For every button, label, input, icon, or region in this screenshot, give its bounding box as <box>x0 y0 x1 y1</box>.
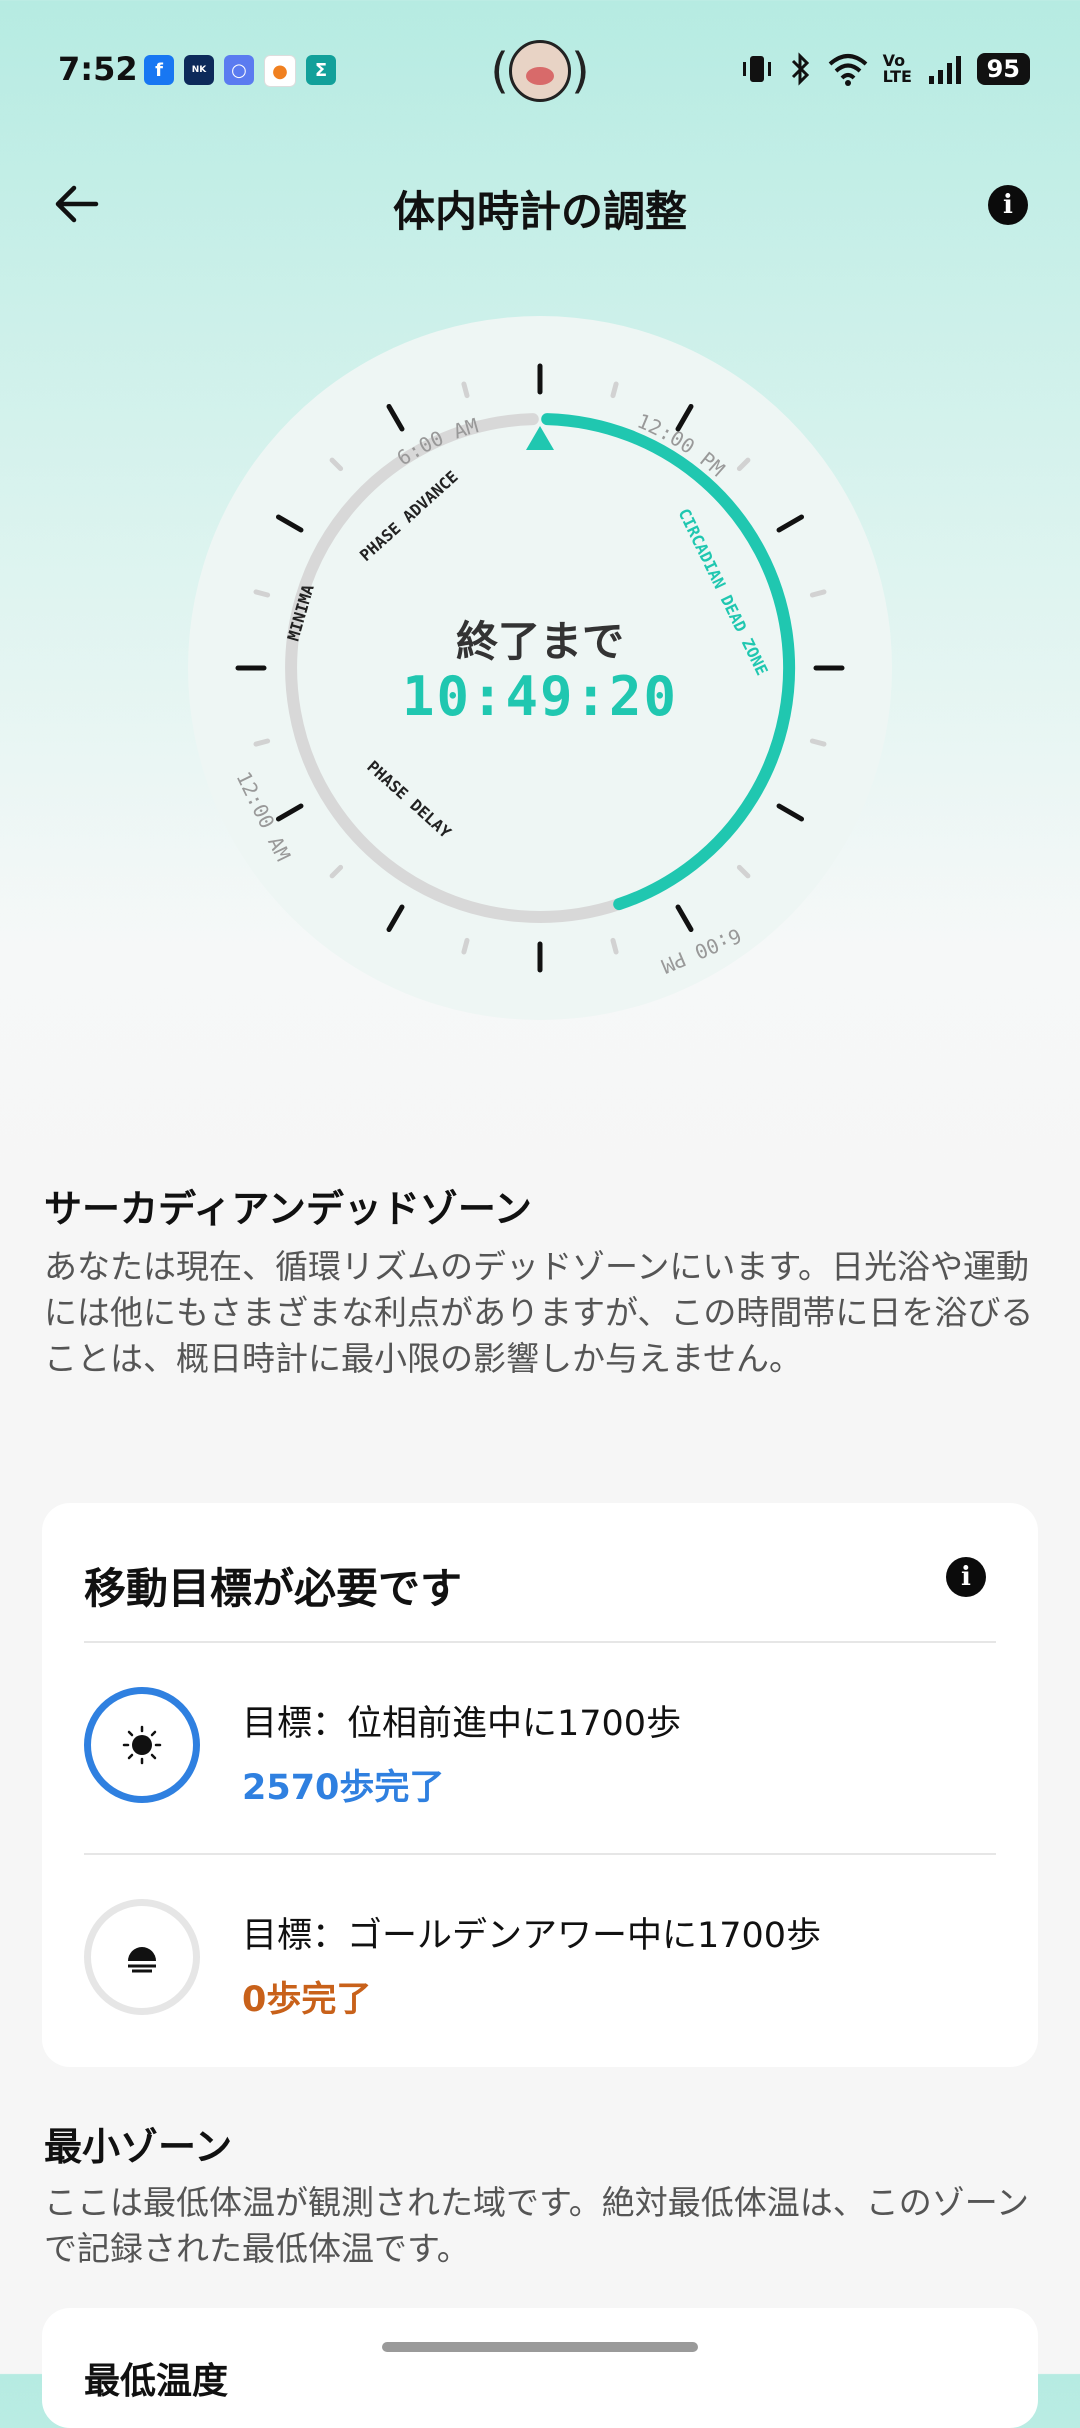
sunset-icon <box>128 1947 156 1973</box>
movement-card-title: 移動目標が必要です <box>84 1564 463 1613</box>
movement-info-button[interactable]: i <box>946 1557 986 1597</box>
vibrate-icon <box>742 56 771 82</box>
info-icon: i <box>1003 190 1013 220</box>
countdown-timer: 10:49:20 <box>401 665 679 728</box>
goal-progress: 0歩完了 <box>242 1980 372 2020</box>
min-zone-title: 最小ゾーン <box>44 2125 233 2169</box>
wifi-icon <box>828 54 867 86</box>
movement-goal-card: 移動目標が必要です i 目標：位相前進中に1700歩 2570歩完了 目標：ゴー… <box>42 1503 1038 2067</box>
home-indicator[interactable] <box>382 2342 698 2352</box>
dial-tick <box>809 738 827 747</box>
app-circle-icon: ○ <box>224 55 254 85</box>
dial-tick <box>461 937 470 955</box>
battery-indicator: 95 <box>976 53 1030 85</box>
goal-ring-phase-advance <box>84 1687 200 1803</box>
notification-icons: f NK ○ ● Σ <box>144 55 336 87</box>
status-time: 7:52 <box>58 50 138 88</box>
goal-progress: 2570歩完了 <box>242 1768 445 1808</box>
dial-tick <box>253 738 271 747</box>
volte-icon: Vo LTE <box>882 51 912 86</box>
min-temp-title: 最低温度 <box>84 2361 229 2402</box>
app-dot-icon: ● <box>264 55 296 87</box>
divider <box>84 1853 996 1855</box>
info-button[interactable]: i <box>988 185 1028 225</box>
dial-tick <box>610 937 619 955</box>
min-temp-card[interactable]: 最低温度 <box>42 2308 1038 2428</box>
bluetooth-icon <box>791 52 809 86</box>
dial-tick <box>809 589 827 598</box>
goal-label: 目標：ゴールデンアワー中に1700歩 <box>242 1916 822 1956</box>
dead-zone-description: あなたは現在、循環リズムのデッドゾーンにいます。日光浴や運動には他にもさまざまな… <box>44 1247 1034 1378</box>
dead-zone-title: サーカディアンデッドゾーン <box>44 1187 532 1231</box>
facebook-icon: f <box>144 55 174 85</box>
min-zone-description: ここは最低体温が観測された域です。絶対最低体温は、このゾーンで記録された最低体温… <box>44 2183 1030 2268</box>
dial-tick <box>253 589 271 598</box>
goal-label: 目標：位相前進中に1700歩 <box>242 1704 682 1744</box>
dial-tick <box>461 381 470 399</box>
dial-tick <box>610 381 619 399</box>
goal-ring-golden-hour <box>84 1899 200 2015</box>
divider <box>84 1641 996 1643</box>
system-icons: Vo LTE 95 <box>741 52 1030 86</box>
avatar: () <box>490 38 590 104</box>
until-label: 終了まで <box>455 617 624 666</box>
signal-icon <box>928 56 961 84</box>
sun-icon <box>122 1725 162 1765</box>
info-icon: i <box>961 1562 971 1592</box>
page-title: 体内時計の調整 <box>392 187 687 236</box>
news-app-icon: NK <box>184 55 214 85</box>
sigma-icon: Σ <box>306 55 336 85</box>
status-bar: 7:52 f NK ○ ● Σ () Vo LTE 95 <box>0 0 1080 140</box>
